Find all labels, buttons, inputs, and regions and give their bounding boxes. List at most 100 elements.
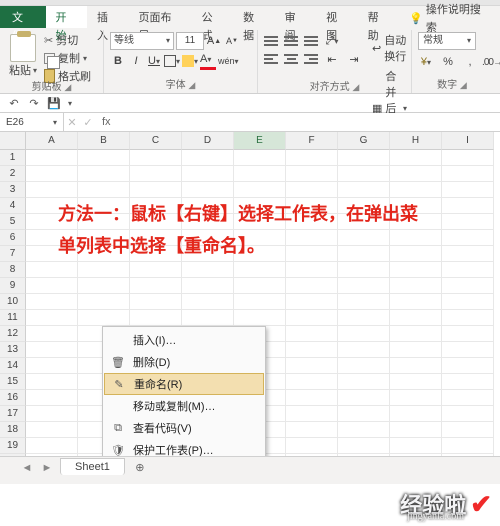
cell[interactable] bbox=[130, 166, 182, 182]
cell[interactable] bbox=[234, 278, 286, 294]
cell[interactable] bbox=[130, 294, 182, 310]
cell[interactable] bbox=[390, 182, 442, 198]
cell[interactable] bbox=[286, 390, 338, 406]
row-header[interactable]: 6 bbox=[0, 230, 26, 246]
clipboard-launcher-icon[interactable]: ◢ bbox=[64, 82, 73, 93]
cell[interactable] bbox=[26, 358, 78, 374]
cell[interactable] bbox=[78, 310, 130, 326]
tab-insert[interactable]: 插入 bbox=[87, 6, 129, 28]
cell[interactable] bbox=[26, 150, 78, 166]
cell[interactable] bbox=[338, 310, 390, 326]
row-header[interactable]: 9 bbox=[0, 278, 26, 294]
cell[interactable] bbox=[442, 342, 494, 358]
cell[interactable] bbox=[338, 182, 390, 198]
increase-decimal-button[interactable]: .00→ bbox=[484, 54, 500, 70]
font-size-combo[interactable]: 11 bbox=[176, 32, 204, 50]
cell[interactable] bbox=[234, 310, 286, 326]
select-all-corner[interactable] bbox=[0, 132, 26, 150]
cell[interactable] bbox=[26, 262, 78, 278]
cell[interactable] bbox=[130, 150, 182, 166]
cell[interactable] bbox=[130, 262, 182, 278]
bold-button[interactable]: B bbox=[110, 53, 126, 69]
cell[interactable] bbox=[338, 438, 390, 454]
cell[interactable] bbox=[286, 294, 338, 310]
cell[interactable] bbox=[442, 422, 494, 438]
tab-data[interactable]: 数据 bbox=[233, 6, 275, 28]
cell[interactable] bbox=[286, 342, 338, 358]
cell[interactable] bbox=[286, 182, 338, 198]
ctx-rename[interactable]: ✎重命名(R) bbox=[104, 373, 264, 395]
cell[interactable] bbox=[78, 166, 130, 182]
col-header-E[interactable]: E bbox=[234, 132, 286, 150]
cell[interactable] bbox=[286, 166, 338, 182]
currency-button[interactable]: ¥▾ bbox=[418, 54, 434, 70]
cut-button[interactable]: ✂ 剪切 bbox=[44, 32, 91, 48]
redo-button[interactable]: ↷ bbox=[28, 97, 40, 109]
number-launcher-icon[interactable]: ◢ bbox=[460, 80, 469, 91]
row-header[interactable]: 4 bbox=[0, 198, 26, 214]
row-header[interactable]: 8 bbox=[0, 262, 26, 278]
cell[interactable] bbox=[390, 326, 442, 342]
copy-button[interactable]: 复制▾ bbox=[44, 50, 91, 66]
cell[interactable] bbox=[338, 166, 390, 182]
cell[interactable] bbox=[390, 150, 442, 166]
cell[interactable] bbox=[26, 294, 78, 310]
font-color-button[interactable]: A▾ bbox=[200, 53, 216, 69]
row-header[interactable]: 1 bbox=[0, 150, 26, 166]
cell[interactable] bbox=[338, 406, 390, 422]
cell[interactable] bbox=[390, 342, 442, 358]
col-header-D[interactable]: D bbox=[182, 132, 234, 150]
qat-customize-icon[interactable]: ▾ bbox=[68, 99, 72, 108]
cell[interactable] bbox=[286, 422, 338, 438]
align-left-button[interactable] bbox=[264, 54, 278, 64]
cell[interactable] bbox=[442, 182, 494, 198]
cell[interactable] bbox=[78, 294, 130, 310]
new-sheet-button[interactable]: ⊕ bbox=[131, 459, 149, 477]
cancel-formula-icon[interactable]: ✕ bbox=[64, 114, 80, 130]
cell[interactable] bbox=[442, 438, 494, 454]
cell[interactable] bbox=[390, 454, 442, 456]
cell[interactable] bbox=[234, 166, 286, 182]
row-header[interactable]: 19 bbox=[0, 438, 26, 454]
tab-home[interactable]: 开始 bbox=[46, 6, 88, 28]
cell[interactable] bbox=[442, 278, 494, 294]
name-box[interactable]: E26▾ bbox=[0, 113, 64, 131]
cell[interactable] bbox=[390, 294, 442, 310]
col-header-A[interactable]: A bbox=[26, 132, 78, 150]
row-header[interactable]: 20 bbox=[0, 454, 26, 456]
cell[interactable] bbox=[26, 166, 78, 182]
cell[interactable] bbox=[78, 182, 130, 198]
cell[interactable] bbox=[78, 150, 130, 166]
ctx-view-code[interactable]: ⧉查看代码(V) bbox=[103, 417, 265, 439]
cell[interactable] bbox=[182, 310, 234, 326]
ctx-insert[interactable]: 插入(I)… bbox=[103, 329, 265, 351]
increase-indent-button[interactable]: ⇥ bbox=[346, 51, 362, 67]
font-launcher-icon[interactable]: ◢ bbox=[188, 80, 197, 91]
cell[interactable] bbox=[234, 262, 286, 278]
cell[interactable] bbox=[442, 310, 494, 326]
underline-button[interactable]: U▾ bbox=[146, 53, 162, 69]
row-header[interactable]: 11 bbox=[0, 310, 26, 326]
decrease-font-icon[interactable]: A▼ bbox=[224, 33, 240, 49]
tab-view[interactable]: 视图 bbox=[316, 6, 358, 28]
cell[interactable] bbox=[26, 342, 78, 358]
comma-button[interactable]: , bbox=[462, 54, 478, 70]
cell[interactable] bbox=[390, 278, 442, 294]
alignment-launcher-icon[interactable]: ◢ bbox=[352, 82, 361, 93]
align-right-button[interactable] bbox=[304, 54, 318, 64]
align-bottom-button[interactable] bbox=[304, 36, 318, 46]
wrap-text-button[interactable]: ↩ 自动换行 bbox=[372, 32, 407, 64]
cell[interactable] bbox=[130, 278, 182, 294]
cell[interactable] bbox=[286, 438, 338, 454]
cell[interactable] bbox=[26, 374, 78, 390]
cell[interactable] bbox=[286, 454, 338, 456]
cell[interactable] bbox=[26, 438, 78, 454]
cell[interactable] bbox=[286, 150, 338, 166]
row-header[interactable]: 10 bbox=[0, 294, 26, 310]
row-header[interactable]: 15 bbox=[0, 374, 26, 390]
cell[interactable] bbox=[442, 358, 494, 374]
cell[interactable] bbox=[442, 326, 494, 342]
undo-button[interactable]: ↶ bbox=[8, 97, 20, 109]
number-format-combo[interactable]: 常规▾ bbox=[418, 32, 476, 50]
align-top-button[interactable] bbox=[264, 36, 278, 46]
